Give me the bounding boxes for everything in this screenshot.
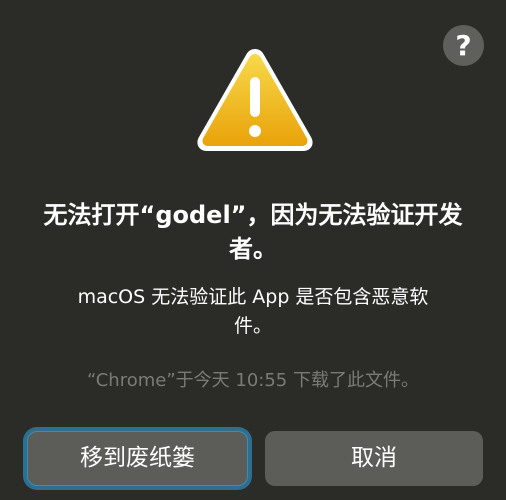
dialog-title: 无法打开“godel”，因为无法验证开发者。 [43, 201, 463, 263]
cancel-button[interactable]: 取消 [265, 431, 483, 486]
download-source-text: “Chrome”于今天 10:55 下载了此文件。 [87, 370, 419, 391]
dialog-message: macOS 无法验证此 App 是否包含恶意软件。 [77, 286, 429, 337]
help-button[interactable]: ? [443, 25, 484, 66]
security-alert-dialog: ? 无法打开“godel”，因为无法验证开发者。 macOS 无法验证此 App… [0, 0, 506, 500]
move-to-trash-button[interactable]: 移到废纸篓 [27, 431, 248, 486]
warning-triangle-icon [197, 49, 313, 151]
